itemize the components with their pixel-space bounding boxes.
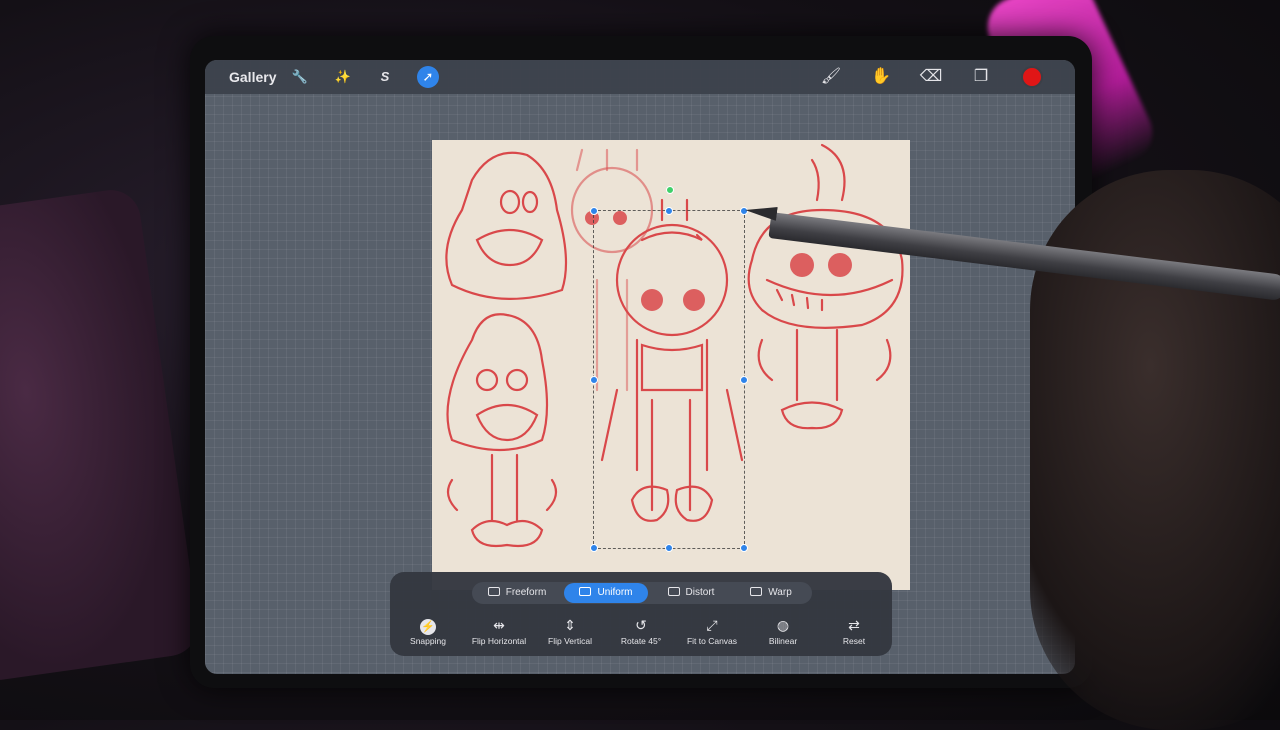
transform-handle-bottom-right[interactable] <box>740 544 748 552</box>
rotate-45-button[interactable]: ↺ Rotate 45° <box>606 616 676 646</box>
transform-handle-right[interactable] <box>740 376 748 384</box>
bilinear-icon: ◍ <box>776 617 790 633</box>
transform-mode-selector: Freeform Uniform Distort Warp <box>472 582 812 604</box>
color-picker-button[interactable] <box>1021 66 1043 88</box>
warp-icon <box>750 587 763 596</box>
selection-s-icon[interactable]: S <box>374 66 396 88</box>
freeform-icon <box>487 587 500 596</box>
fit-icon: ⤢ <box>706 617 718 633</box>
mode-freeform[interactable]: Freeform <box>476 583 558 603</box>
layers-icon[interactable]: ❐ <box>969 65 993 89</box>
fit-to-canvas-button[interactable]: ⤢ Fit to Canvas <box>677 616 747 646</box>
transform-handle-bottom-left[interactable] <box>590 544 598 552</box>
mode-warp[interactable]: Warp <box>734 583 808 603</box>
flip-vertical-button[interactable]: ⇕ Flip Vertical <box>535 616 605 646</box>
magic-wand-icon[interactable]: ✨ <box>332 66 354 88</box>
mode-distort[interactable]: Distort <box>654 583 728 603</box>
background-fabric <box>0 186 202 684</box>
top-toolbar: Gallery 🔧 ✨ S ➚ 🖌 ✋ ⌫ ❐ <box>205 60 1075 94</box>
rotate-icon: ↺ <box>635 617 647 633</box>
transform-selection-box[interactable] <box>593 210 745 549</box>
uniform-icon <box>579 587 592 596</box>
transform-handle-left[interactable] <box>590 376 598 384</box>
gallery-button[interactable]: Gallery <box>229 69 276 85</box>
eraser-icon[interactable]: ⌫ <box>919 65 943 89</box>
transform-handle-top[interactable] <box>665 207 673 215</box>
transform-handle-bottom[interactable] <box>665 544 673 552</box>
procreate-screen: Gallery 🔧 ✨ S ➚ 🖌 ✋ ⌫ ❐ Freeform Uniform… <box>205 60 1075 674</box>
mode-uniform[interactable]: Uniform <box>564 583 648 603</box>
smudge-icon[interactable]: ✋ <box>869 65 893 89</box>
transform-handle-top-right[interactable] <box>740 207 748 215</box>
transform-toolbar: Freeform Uniform Distort Warp ⚡ Snapping… <box>390 572 892 656</box>
transform-arrow-icon[interactable]: ➚ <box>417 66 439 88</box>
flip-horizontal-icon: ⇹ <box>493 617 505 633</box>
distort-icon <box>667 587 680 596</box>
snapping-button[interactable]: ⚡ Snapping <box>393 616 463 646</box>
transform-handle-top-left[interactable] <box>590 207 598 215</box>
flip-horizontal-button[interactable]: ⇹ Flip Horizontal <box>464 616 534 646</box>
rotation-handle[interactable] <box>666 186 674 194</box>
brush-icon[interactable]: 🖌 <box>819 65 843 89</box>
reset-button[interactable]: ⇄ Reset <box>819 616 889 646</box>
bilinear-button[interactable]: ◍ Bilinear <box>748 616 818 646</box>
reset-icon: ⇄ <box>848 617 860 633</box>
lightning-icon: ⚡ <box>420 619 436 635</box>
flip-vertical-icon: ⇕ <box>564 617 576 633</box>
wrench-icon[interactable]: 🔧 <box>289 66 311 88</box>
